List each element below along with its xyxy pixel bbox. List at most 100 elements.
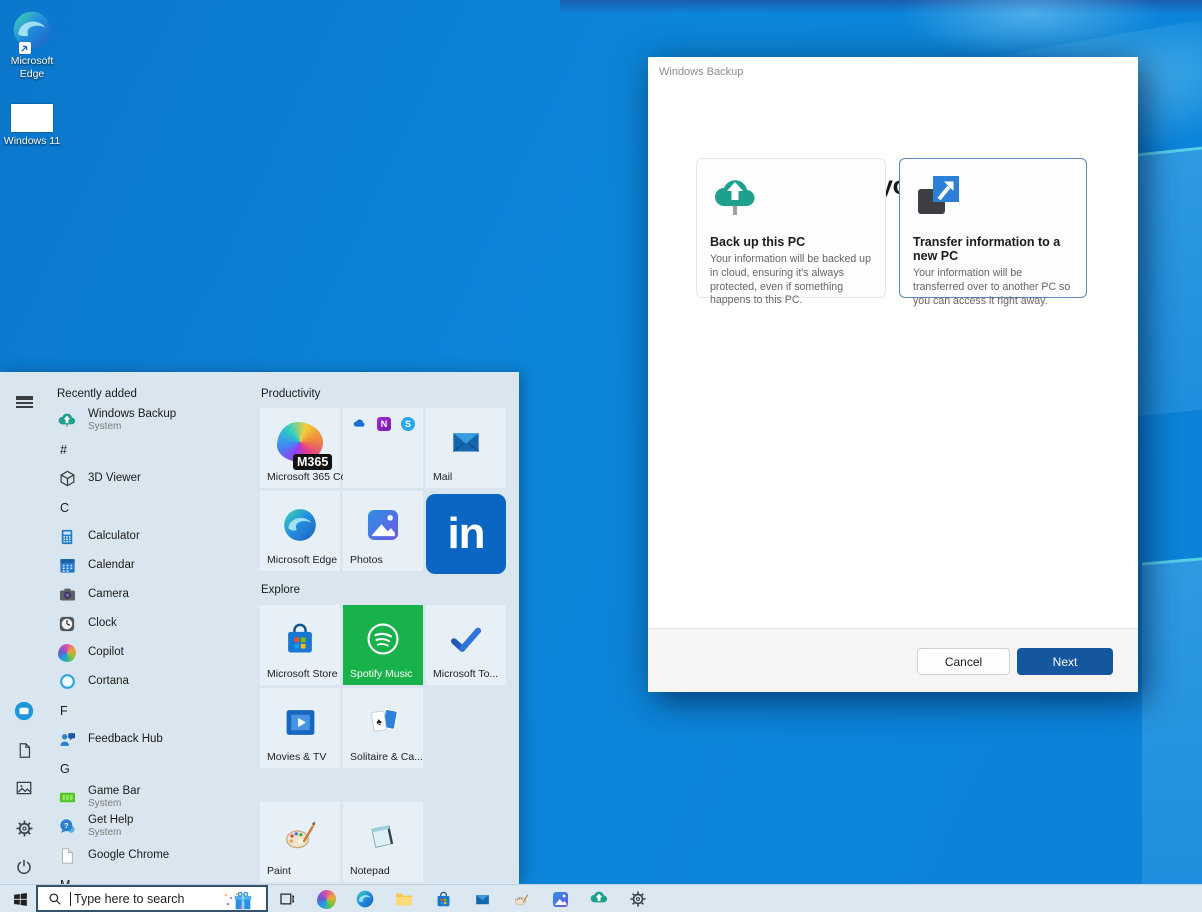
app-item-get-help[interactable]: ? Get Help System xyxy=(57,812,257,841)
desktop-icon-windows11[interactable]: Windows 11 xyxy=(0,104,64,148)
app-label: Clock xyxy=(88,616,117,629)
app-label: Get Help xyxy=(88,814,134,827)
app-item-copilot[interactable]: Copilot xyxy=(57,638,257,667)
documents-button[interactable] xyxy=(13,739,35,761)
mail-icon xyxy=(426,414,506,470)
dialog-title: Windows Backup xyxy=(659,66,744,78)
svg-text:?: ? xyxy=(64,821,69,830)
app-item-calculator[interactable]: Calculator xyxy=(57,522,257,551)
tile-mail[interactable]: Mail xyxy=(426,408,506,488)
windows-backup-icon xyxy=(57,411,77,431)
get-help-icon: ? xyxy=(57,817,77,837)
card-title: Back up this PC xyxy=(710,235,806,249)
app-label: Copilot xyxy=(88,645,124,658)
search-input[interactable] xyxy=(72,890,216,907)
app-item-camera[interactable]: Camera xyxy=(57,580,257,609)
photos-button[interactable] xyxy=(549,888,571,910)
app-item-calendar[interactable]: Calendar xyxy=(57,551,257,580)
onedrive-icon xyxy=(353,419,365,427)
group-header-productivity[interactable]: Productivity xyxy=(261,388,320,400)
start-menu-expand-button[interactable] xyxy=(13,386,35,408)
file-page-icon xyxy=(57,846,77,866)
user-account-button[interactable] xyxy=(13,700,35,722)
section-letter[interactable]: C xyxy=(57,493,257,522)
section-letter[interactable]: F xyxy=(57,696,257,725)
camera-icon xyxy=(57,585,77,605)
app-sublabel: System xyxy=(88,798,122,810)
tile-microsoft-365[interactable]: Microsoft 365 Co... M365 xyxy=(260,408,355,488)
app-label: Feedback Hub xyxy=(88,732,163,745)
tile-microsoft-edge[interactable]: Microsoft Edge xyxy=(260,491,340,571)
tile-label: Microsoft Store xyxy=(267,668,338,680)
solitaire-cards-icon: ♠ xyxy=(343,694,423,750)
group-header-explore[interactable]: Explore xyxy=(261,584,300,596)
taskbar-search-box[interactable] xyxy=(36,885,268,912)
app-label: Cortana xyxy=(88,674,129,687)
app-item-windows-backup[interactable]: Windows Backup System xyxy=(57,406,257,435)
microsoft-store-icon xyxy=(260,611,340,667)
app-item-cortana[interactable]: Cortana xyxy=(57,667,257,696)
desktop-icon-edge[interactable]: Microsoft Edge xyxy=(0,8,64,80)
tile-photos[interactable]: Photos xyxy=(343,491,423,571)
document-icon xyxy=(19,742,30,758)
task-view-button[interactable] xyxy=(276,888,298,910)
settings-button[interactable] xyxy=(13,817,35,839)
onenote-icon: N xyxy=(377,416,391,431)
section-letter[interactable]: G xyxy=(57,754,257,783)
gift-icon[interactable] xyxy=(232,890,254,912)
pictures-button[interactable] xyxy=(13,777,35,799)
transfer-to-new-pc-card[interactable]: Transfer information to a new PC Your in… xyxy=(899,158,1087,307)
tile-app-group[interactable]: N S xyxy=(343,408,423,488)
store-button[interactable] xyxy=(432,888,454,910)
tile-solitaire[interactable]: ♠ Solitaire & Ca... xyxy=(343,688,423,768)
app-item-clock[interactable]: Clock xyxy=(57,609,257,638)
text-cursor xyxy=(70,891,71,906)
game-bar-icon xyxy=(57,788,77,808)
shortcut-arrow-icon xyxy=(19,42,31,54)
search-icon xyxy=(49,892,61,905)
paint-button[interactable] xyxy=(510,888,532,910)
edge-button[interactable] xyxy=(354,888,376,910)
settings-button-taskbar[interactable] xyxy=(627,888,649,910)
tile-label: Solitaire & Ca... xyxy=(350,751,423,763)
notepad-icon xyxy=(343,808,423,864)
tile-microsoft-todo[interactable]: Microsoft To... xyxy=(426,605,506,685)
start-menu: Recently added Windows Backup System # 3D… xyxy=(0,372,519,884)
windows-backup-button[interactable] xyxy=(588,888,610,910)
file-explorer-button[interactable] xyxy=(393,888,415,910)
desktop-icon-label: Windows 11 xyxy=(3,135,61,147)
tile-label: Movies & TV xyxy=(267,751,327,763)
backup-this-pc-card[interactable]: Back up this PC Your information will be… xyxy=(696,158,886,306)
tile-movies-tv[interactable]: Movies & TV xyxy=(260,688,340,768)
todo-check-icon xyxy=(426,611,506,667)
tile-paint[interactable]: Paint xyxy=(260,802,340,882)
app-sublabel: System xyxy=(88,827,122,839)
power-button[interactable] xyxy=(13,856,35,878)
app-label: Windows Backup xyxy=(88,408,177,421)
app-item-feedback-hub[interactable]: Feedback Hub xyxy=(57,725,257,754)
app-item-google-chrome[interactable]: Google Chrome xyxy=(57,841,257,870)
cancel-button[interactable]: Cancel xyxy=(917,648,1010,675)
linkedin-icon: in xyxy=(426,494,506,574)
app-item-3d-viewer[interactable]: 3D Viewer xyxy=(57,464,257,493)
app-label: 3D Viewer xyxy=(88,471,141,484)
tile-notepad[interactable]: Notepad xyxy=(343,802,423,882)
app-item-game-bar[interactable]: Game Bar System xyxy=(57,783,257,812)
card-title: Transfer information to a new PC xyxy=(913,235,1061,263)
cloud-backup-icon xyxy=(715,180,755,215)
tile-spotify-music[interactable]: Spotify Music xyxy=(343,605,423,685)
tile-linkedin[interactable]: in xyxy=(426,494,506,574)
user-avatar xyxy=(14,701,34,721)
cortana-icon xyxy=(57,672,77,692)
gear-icon xyxy=(630,891,646,907)
tile-label: Microsoft Edge xyxy=(267,554,338,566)
start-button[interactable] xyxy=(8,888,32,910)
mail-button[interactable] xyxy=(471,888,493,910)
copilot-button[interactable] xyxy=(315,888,337,910)
app-label: Google Chrome xyxy=(88,848,170,861)
next-button[interactable]: Next xyxy=(1017,648,1113,675)
section-letter[interactable]: # xyxy=(57,435,257,464)
taskbar xyxy=(0,884,1202,912)
section-letter[interactable]: M xyxy=(57,870,257,885)
tile-microsoft-store[interactable]: Microsoft Store xyxy=(260,605,340,685)
